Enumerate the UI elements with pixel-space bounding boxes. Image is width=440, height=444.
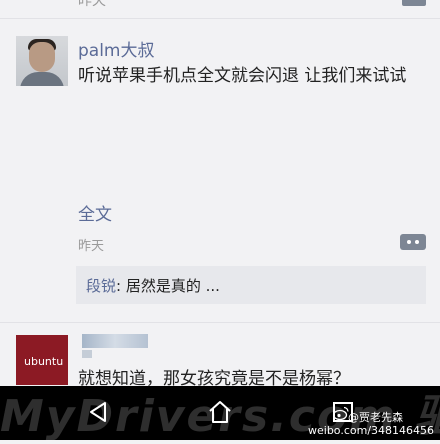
- divider: [0, 322, 440, 323]
- comment-box[interactable]: 段锐: 居然是真的 ...: [76, 266, 426, 304]
- comment-author[interactable]: 段锐: [86, 277, 116, 295]
- post-time: 昨天: [78, 239, 105, 254]
- full-text-link[interactable]: 全文: [78, 200, 112, 225]
- post-text: 听说苹果手机点全文就会闪退 让我们来试试: [78, 66, 407, 86]
- weibo-icon: [333, 406, 349, 420]
- previous-post-footer: 昨天: [0, 0, 440, 14]
- comment-line: 段锐: 居然是真的 ...: [86, 275, 220, 296]
- blurred-username[interactable]: [82, 334, 148, 348]
- divider: [0, 18, 440, 19]
- avatar[interactable]: [16, 36, 68, 86]
- previous-post-time: 昨天: [78, 0, 106, 9]
- comment-icon[interactable]: [400, 234, 426, 250]
- previous-comment-button[interactable]: [402, 0, 426, 6]
- weibo-account: @贾老先森: [348, 411, 403, 424]
- username[interactable]: palm大叔: [78, 36, 155, 61]
- blurred-badge: [82, 350, 92, 358]
- avatar-logo-text: ubuntu: [24, 355, 64, 368]
- avatar-ubuntu[interactable]: ubuntu: [16, 335, 68, 385]
- comment-text: : 居然是真的 ...: [116, 277, 220, 295]
- weibo-url: weibo.com/348146456: [308, 424, 435, 437]
